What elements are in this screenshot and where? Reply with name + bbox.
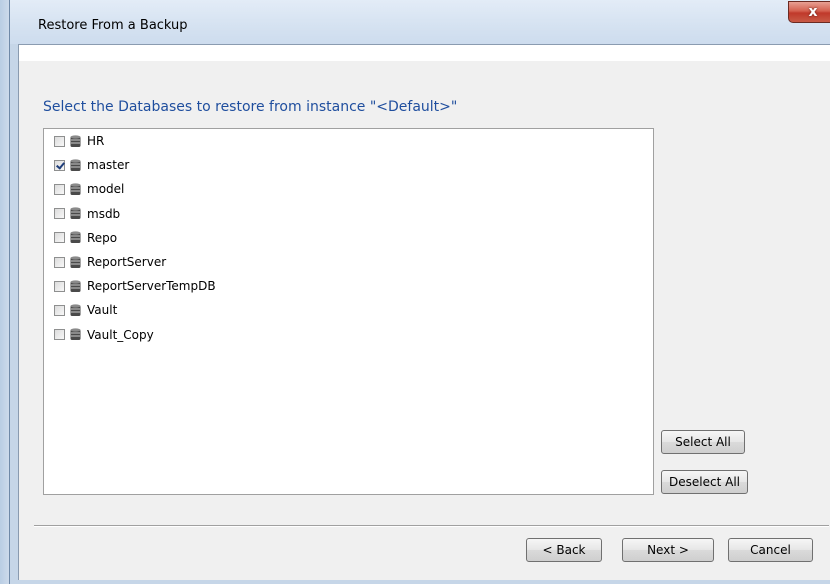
database-checkbox[interactable] bbox=[54, 304, 65, 316]
database-checkbox[interactable] bbox=[54, 135, 65, 147]
database-name: Vault bbox=[87, 303, 118, 318]
footer-divider-highlight bbox=[34, 526, 829, 527]
database-name: master bbox=[87, 158, 130, 173]
database-list-item[interactable]: msdb bbox=[54, 205, 120, 223]
database-icon bbox=[70, 328, 81, 341]
database-name: HR bbox=[87, 134, 105, 148]
database-list-item[interactable]: master bbox=[54, 156, 129, 174]
close-icon: x bbox=[808, 4, 818, 20]
window-bottom-frame bbox=[10, 580, 830, 584]
database-checkbox[interactable] bbox=[54, 280, 65, 292]
database-icon bbox=[70, 231, 81, 244]
database-name: model bbox=[87, 182, 125, 197]
database-list-item[interactable]: ReportServer bbox=[54, 253, 166, 271]
back-button[interactable]: < Back bbox=[526, 538, 602, 562]
dialog-window: Restore From a Backup x Select the Datab… bbox=[0, 0, 830, 584]
database-list[interactable]: HR master model msdb Repo ReportServer ReportS… bbox=[43, 128, 654, 495]
database-list-item[interactable]: Repo bbox=[54, 229, 117, 247]
select-all-button[interactable]: Select All bbox=[661, 430, 745, 454]
database-list-item[interactable]: Vault_Copy bbox=[54, 326, 154, 344]
window-title: Restore From a Backup bbox=[38, 18, 188, 33]
instance-heading: Select the Databases to restore from ins… bbox=[43, 99, 458, 115]
database-checkbox[interactable] bbox=[54, 183, 65, 195]
database-name: Repo bbox=[87, 230, 118, 245]
database-checkbox[interactable] bbox=[54, 329, 65, 341]
next-button[interactable]: Next > bbox=[622, 538, 714, 562]
database-list-item[interactable]: ReportServerTempDB bbox=[54, 277, 216, 295]
window-frame-line bbox=[9, 0, 10, 584]
database-name: msdb bbox=[87, 206, 121, 221]
database-checkbox[interactable] bbox=[54, 232, 65, 244]
database-name: ReportServerTempDB bbox=[87, 279, 216, 294]
database-checkbox[interactable] bbox=[54, 159, 65, 171]
database-icon bbox=[70, 280, 81, 293]
header-strip bbox=[19, 45, 830, 61]
title-bar[interactable]: Restore From a Backup x bbox=[10, 0, 830, 44]
database-icon bbox=[70, 183, 81, 196]
dialog-client-area: Select the Databases to restore from ins… bbox=[18, 44, 830, 580]
database-list-item[interactable]: model bbox=[54, 180, 124, 198]
database-icon bbox=[70, 255, 81, 269]
deselect-all-button[interactable]: Deselect All bbox=[661, 470, 748, 494]
database-list-item[interactable]: Vault bbox=[54, 301, 117, 319]
database-icon bbox=[70, 134, 81, 148]
database-list-item[interactable]: HR bbox=[54, 132, 104, 150]
cancel-button[interactable]: Cancel bbox=[728, 538, 813, 562]
database-checkbox[interactable] bbox=[54, 256, 65, 268]
database-name: Vault_Copy bbox=[87, 327, 154, 342]
database-checkbox[interactable] bbox=[54, 208, 65, 220]
database-name: ReportServer bbox=[87, 255, 167, 269]
database-icon bbox=[70, 159, 81, 172]
database-icon bbox=[70, 207, 81, 220]
close-button[interactable]: x bbox=[788, 1, 830, 23]
database-icon bbox=[70, 304, 81, 317]
